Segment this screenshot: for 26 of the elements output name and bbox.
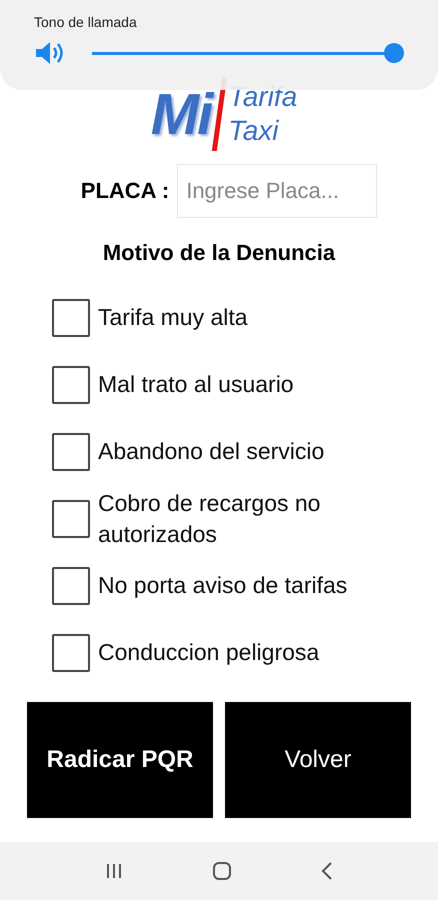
checkbox[interactable] [52, 500, 90, 538]
plate-field[interactable]: Ingrese Placa... [177, 164, 378, 218]
plate-label: PLACA : [80, 178, 170, 204]
checkbox-label: Mal trato al usuario [98, 370, 295, 399]
section-title: Motivo de la Denuncia [102, 240, 336, 266]
checkbox[interactable] [52, 432, 90, 470]
action-button[interactable]: Radicar PQR [27, 702, 213, 818]
logo-text: Mi [150, 80, 212, 148]
checkbox-label: No porta aviso de tarifas [98, 571, 348, 600]
logo-text: Tarifa [228, 80, 298, 114]
slider-thumb[interactable] [384, 43, 404, 63]
checkbox-label: Conduccion peligrosa [98, 638, 320, 667]
logo-text: Taxi [228, 114, 280, 148]
checkbox[interactable] [52, 366, 90, 404]
speaker-icon[interactable] [34, 40, 64, 66]
volume-title: Tono de llamada [34, 14, 138, 30]
checkbox-label: Cobro de recargos no autorizados [98, 488, 322, 548]
recent-apps-icon[interactable] [104, 862, 124, 880]
home-icon[interactable] [212, 861, 232, 881]
action-button[interactable]: Volver [225, 702, 411, 818]
checkbox-label: Abandono del servicio [98, 437, 326, 466]
checkbox[interactable] [52, 298, 90, 336]
checkbox[interactable] [52, 634, 90, 672]
back-icon[interactable] [320, 861, 334, 881]
checkbox[interactable] [52, 566, 90, 604]
checkbox-label: Tarifa muy alta [98, 303, 249, 332]
